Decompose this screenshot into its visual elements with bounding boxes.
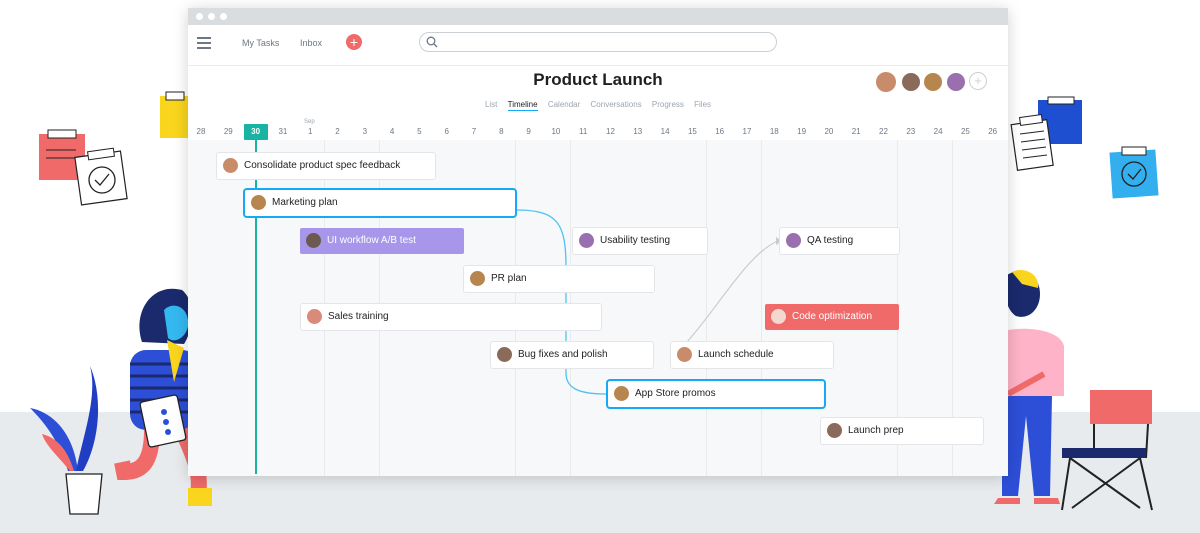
task-bar[interactable]: Code optimization — [765, 304, 899, 330]
app-window: My Tasks Inbox + Product Launch + List T… — [188, 8, 1008, 476]
user-avatar-icon — [677, 347, 692, 362]
task-bar[interactable]: PR plan — [464, 266, 654, 292]
task-label: UI workflow A/B test — [327, 235, 416, 246]
task-bar[interactable]: Bug fixes and polish — [491, 342, 653, 368]
checklist-icon — [1109, 146, 1159, 199]
task-label: Code optimization — [792, 311, 873, 322]
task-label: QA testing — [807, 235, 854, 246]
task-label: Marketing plan — [272, 197, 338, 208]
user-avatar-icon — [251, 195, 266, 210]
task-bar[interactable]: Usability testing — [573, 228, 707, 254]
task-bar[interactable]: Marketing plan — [245, 190, 515, 216]
user-avatar-icon — [771, 309, 786, 324]
checklist-icon — [39, 129, 128, 206]
sticky-note-icon — [1010, 96, 1082, 171]
chair-illustration — [1061, 390, 1153, 511]
user-avatar-icon — [223, 158, 238, 173]
task-bar[interactable]: Launch schedule — [671, 342, 833, 368]
task-label: Consolidate product spec feedback — [244, 160, 401, 171]
task-label: Launch schedule — [698, 349, 774, 360]
user-avatar-icon — [470, 271, 485, 286]
task-bar[interactable]: Sales training — [301, 304, 601, 330]
user-avatar-icon — [306, 233, 321, 248]
user-avatar-icon — [614, 386, 629, 401]
user-avatar-icon — [786, 233, 801, 248]
user-avatar-icon — [497, 347, 512, 362]
user-avatar-icon — [307, 309, 322, 324]
task-label: Launch prep — [848, 425, 904, 436]
task-bar[interactable]: Consolidate product spec feedback — [217, 153, 435, 179]
task-bar[interactable]: QA testing — [780, 228, 899, 254]
task-bar[interactable]: App Store promos — [608, 381, 824, 407]
task-label: App Store promos — [635, 388, 716, 399]
task-label: Sales training — [328, 311, 389, 322]
task-label: Bug fixes and polish — [518, 349, 608, 360]
task-bar[interactable]: Launch prep — [821, 418, 983, 444]
task-label: PR plan — [491, 273, 527, 284]
task-bar[interactable]: UI workflow A/B test — [300, 228, 464, 254]
plant-illustration — [30, 366, 103, 515]
user-avatar-icon — [579, 233, 594, 248]
sticky-note-icon — [160, 91, 188, 138]
user-avatar-icon — [827, 423, 842, 438]
task-label: Usability testing — [600, 235, 671, 246]
